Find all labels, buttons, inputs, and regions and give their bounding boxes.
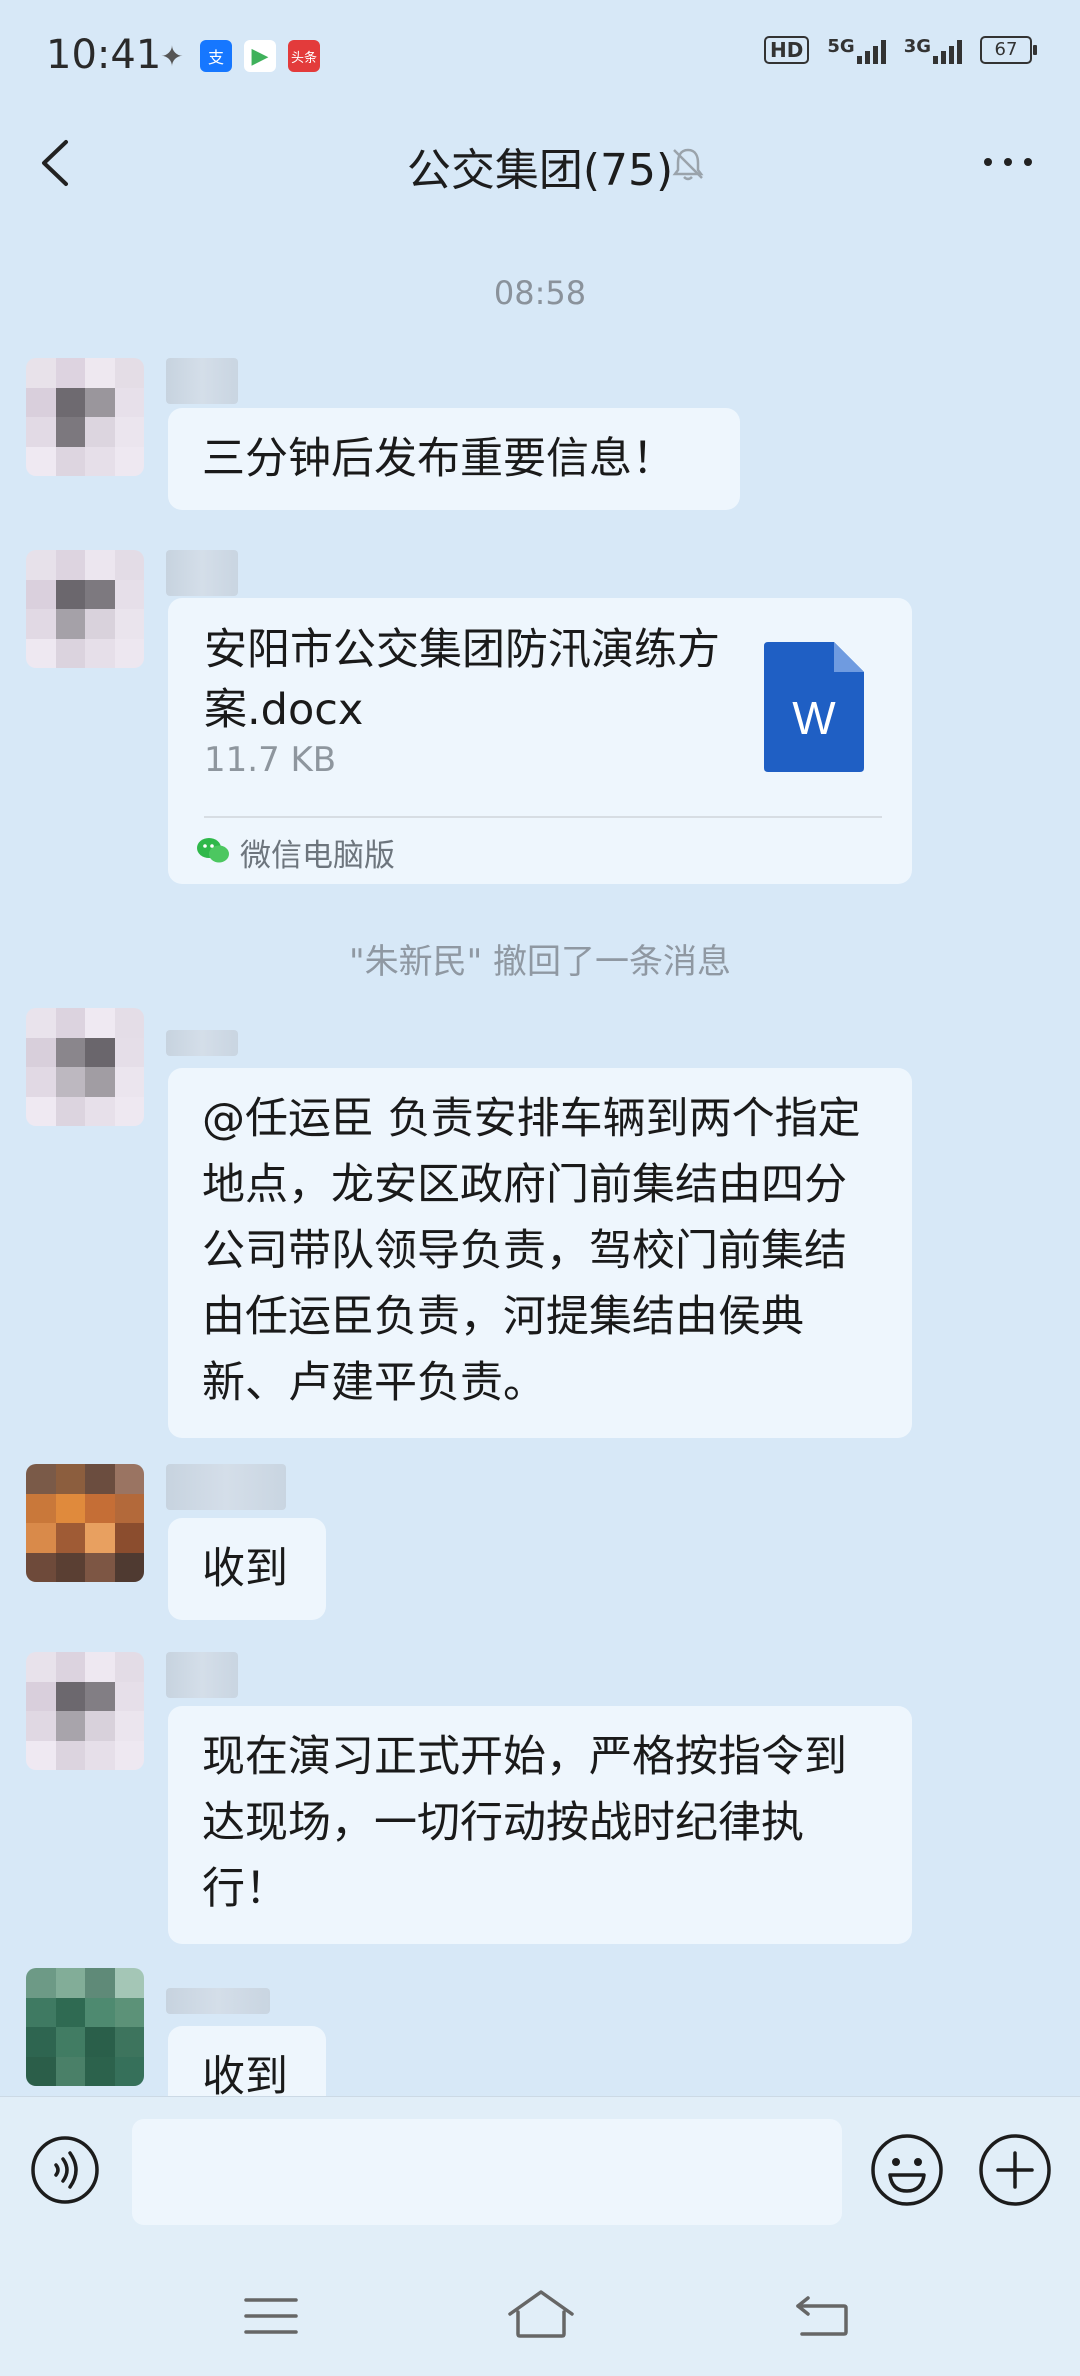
signal-5g-icon: 5G bbox=[827, 36, 886, 64]
avatar[interactable] bbox=[26, 1652, 144, 1770]
input-bar bbox=[0, 2096, 1080, 2247]
message-bubble[interactable]: @任运臣 负责安排车辆到两个指定地点，龙安区政府门前集结由四分公司带队领导负责，… bbox=[168, 1068, 912, 1438]
home-icon[interactable] bbox=[506, 2288, 576, 2340]
file-source-label: 微信电脑版 bbox=[240, 838, 395, 874]
sender-name-blurred bbox=[166, 1652, 238, 1698]
notification-icons: ✦ 支 ▶ 头条 bbox=[156, 39, 320, 73]
message-bubble[interactable]: 三分钟后发布重要信息！ bbox=[168, 408, 740, 510]
avatar[interactable] bbox=[26, 358, 144, 476]
dot-icon bbox=[1024, 158, 1032, 166]
signal-5g-label: 5G bbox=[827, 36, 855, 57]
chat-title: 公交集团(75) bbox=[406, 145, 674, 196]
video-app-notification-icon: ▶ bbox=[244, 40, 276, 72]
wechat-pc-icon bbox=[197, 838, 229, 863]
toutiao-notification-icon: 头条 bbox=[288, 40, 320, 72]
alipay-notification-icon: 支 bbox=[200, 40, 232, 72]
system-back-icon[interactable] bbox=[794, 2292, 850, 2338]
signal-3g-label: 3G bbox=[903, 36, 931, 57]
dot-icon bbox=[1004, 158, 1012, 166]
emoji-icon[interactable] bbox=[870, 2133, 944, 2207]
hd-badge: HD bbox=[764, 36, 810, 64]
avatar[interactable] bbox=[26, 550, 144, 668]
voice-input-icon[interactable] bbox=[30, 2135, 100, 2205]
status-indicators: HD 5G 3G 67 bbox=[764, 36, 1037, 64]
sender-name-blurred bbox=[166, 1464, 286, 1510]
avatar[interactable] bbox=[26, 1464, 144, 1582]
system-nav-bar bbox=[0, 2246, 1080, 2376]
message-bubble[interactable]: 收到 bbox=[168, 1518, 326, 1620]
avatar[interactable] bbox=[26, 1008, 144, 1126]
message-input[interactable] bbox=[132, 2119, 842, 2225]
recall-notice: "朱新民" 撤回了一条消息 bbox=[348, 942, 732, 982]
battery-icon: 67 bbox=[980, 36, 1037, 64]
wechat-notification-icon: ✦ bbox=[160, 39, 184, 73]
sender-name-blurred bbox=[166, 358, 238, 404]
divider bbox=[204, 816, 882, 818]
word-icon-letter: W bbox=[792, 692, 836, 744]
file-size: 11.7 KB bbox=[204, 740, 337, 780]
file-message-card[interactable]: 安阳市公交集团防汛演练方案.docx 11.7 KB W 微信电脑版 bbox=[168, 598, 912, 884]
plus-icon[interactable] bbox=[978, 2133, 1052, 2207]
sender-name-blurred bbox=[166, 1030, 238, 1056]
sender-name-blurred bbox=[166, 1988, 270, 2014]
muted-bell-icon bbox=[672, 148, 704, 181]
file-name: 安阳市公交集团防汛演练方案.docx bbox=[204, 625, 720, 735]
message-timestamp: 08:58 bbox=[493, 274, 587, 312]
word-document-icon: W bbox=[764, 642, 864, 772]
status-bar: 10:41 ✦ 支 ▶ 头条 HD 5G 3G 67 bbox=[0, 0, 1080, 120]
avatar[interactable] bbox=[26, 1968, 144, 2086]
signal-3g-icon: 3G bbox=[904, 36, 962, 64]
status-time: 10:41 bbox=[46, 32, 162, 78]
dot-icon bbox=[984, 158, 992, 166]
message-bubble[interactable]: 收到 bbox=[168, 2026, 326, 2096]
message-bubble[interactable]: 现在演习正式开始，严格按指令到达现场，一切行动按战时纪律执行！ bbox=[168, 1706, 912, 1944]
more-options-button[interactable] bbox=[984, 158, 1032, 166]
sender-name-blurred bbox=[166, 550, 238, 596]
recent-apps-icon[interactable] bbox=[244, 2296, 298, 2336]
